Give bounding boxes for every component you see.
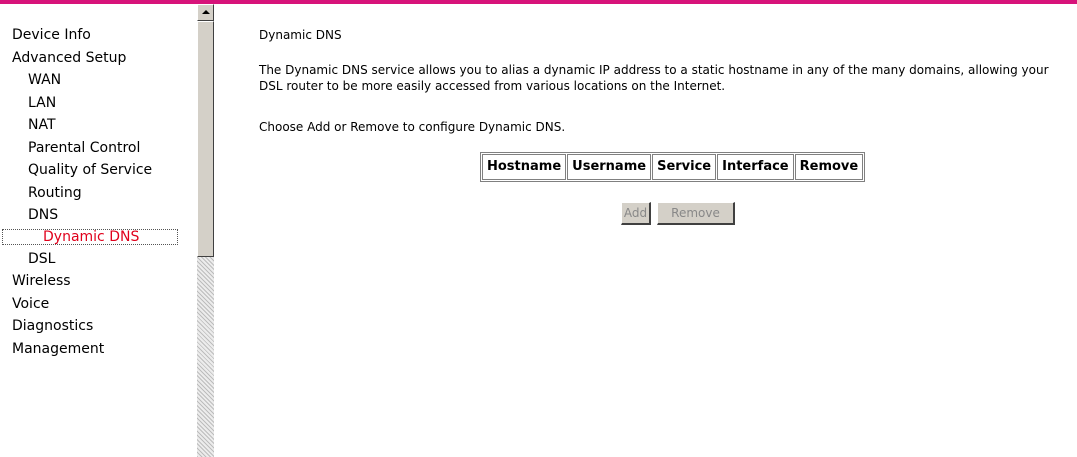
sidebar-item-dns[interactable]: DNS: [0, 204, 197, 227]
sidebar: Device Info Advanced Setup WAN LAN NAT P…: [0, 4, 197, 457]
sidebar-item-routing[interactable]: Routing: [0, 182, 197, 205]
arrow-up-icon: [202, 10, 210, 14]
column-header-username: Username: [567, 154, 652, 180]
column-header-hostname: Hostname: [482, 154, 567, 180]
sidebar-item-advanced-setup[interactable]: Advanced Setup: [0, 47, 197, 70]
column-header-remove: Remove: [794, 154, 864, 180]
sidebar-item-dynamic-dns[interactable]: Dynamic DNS: [2, 228, 178, 245]
page-instruction: Choose Add or Remove to configure Dynami…: [259, 120, 566, 134]
sidebar-item-nat[interactable]: NAT: [0, 114, 197, 137]
sidebar-menu: Device Info Advanced Setup WAN LAN NAT P…: [0, 24, 197, 360]
sidebar-item-quality-of-service[interactable]: Quality of Service: [0, 159, 197, 182]
table-header-row: Hostname Username Service Interface Remo…: [482, 154, 864, 180]
sidebar-item-lan[interactable]: LAN: [0, 92, 197, 115]
sidebar-item-device-info[interactable]: Device Info: [0, 24, 197, 47]
page-title: Dynamic DNS: [259, 28, 342, 42]
sidebar-item-dsl[interactable]: DSL: [0, 248, 197, 271]
scroll-thumb[interactable]: [197, 21, 214, 257]
page-description: The Dynamic DNS service allows you to al…: [259, 63, 1049, 93]
column-header-service: Service: [652, 154, 717, 180]
sidebar-item-wireless[interactable]: Wireless: [0, 270, 197, 293]
add-button[interactable]: Add: [621, 202, 651, 225]
sidebar-item-wan[interactable]: WAN: [0, 69, 197, 92]
remove-button[interactable]: Remove: [657, 202, 735, 225]
column-header-interface: Interface: [717, 154, 794, 180]
dynamic-dns-table: Hostname Username Service Interface Remo…: [480, 152, 866, 182]
sidebar-item-management[interactable]: Management: [0, 338, 197, 361]
sidebar-item-parental-control[interactable]: Parental Control: [0, 137, 197, 160]
sidebar-item-voice[interactable]: Voice: [0, 293, 197, 316]
sidebar-item-diagnostics[interactable]: Diagnostics: [0, 315, 197, 338]
scroll-up-button[interactable]: [197, 4, 214, 21]
sidebar-scrollbar[interactable]: [197, 4, 214, 457]
